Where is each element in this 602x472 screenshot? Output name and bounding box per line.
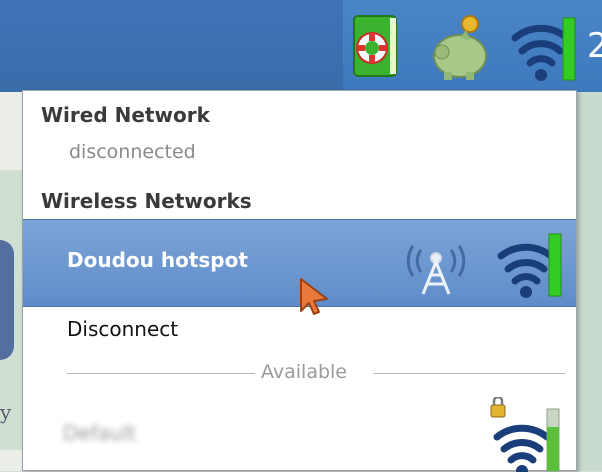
piggy-bank-icon[interactable] bbox=[430, 12, 490, 82]
help-book-icon[interactable] bbox=[350, 14, 400, 80]
background-window-right bbox=[577, 92, 602, 471]
separator-line-right bbox=[373, 373, 565, 374]
wired-network-header: Wired Network bbox=[41, 103, 210, 127]
secured-wifi-signal-icon[interactable] bbox=[485, 397, 565, 472]
disconnect-menu-item[interactable]: Disconnect bbox=[67, 317, 178, 341]
background-decoration bbox=[0, 240, 14, 360]
system-tray: 2 bbox=[343, 0, 602, 92]
background-glyph: y bbox=[0, 400, 12, 424]
access-point-icon bbox=[403, 232, 469, 296]
mouse-cursor-icon bbox=[297, 277, 331, 315]
network-item-default-label[interactable]: Default bbox=[63, 421, 136, 445]
separator-line-left bbox=[67, 373, 255, 374]
wired-network-status: disconnected bbox=[69, 141, 196, 163]
network-item-label: Doudou hotspot bbox=[67, 248, 248, 272]
clock[interactable]: 2 bbox=[587, 26, 602, 66]
network-menu: Wired Network disconnected Wireless Netw… bbox=[22, 90, 577, 472]
wireless-networks-header: Wireless Networks bbox=[41, 189, 252, 213]
wifi-signal-icon bbox=[493, 230, 565, 300]
available-separator-label: Available bbox=[261, 361, 348, 383]
wifi-signal-icon[interactable] bbox=[507, 8, 579, 84]
